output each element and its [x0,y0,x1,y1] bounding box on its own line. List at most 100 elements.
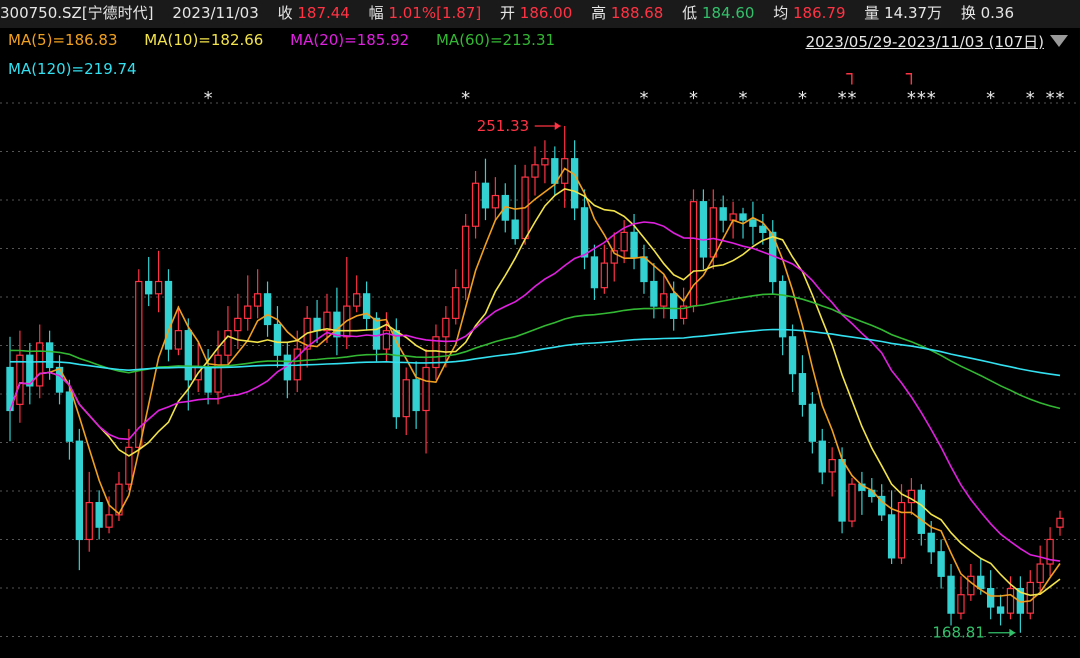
candle-body [729,213,737,221]
event-marker: * [689,88,698,109]
candle-body [828,459,836,473]
event-marker: * [917,88,926,109]
candle-body [452,287,460,319]
event-marker: * [1056,88,1065,109]
candle-body [244,305,252,319]
candle-body [353,293,361,307]
candle-body [818,440,826,473]
candle-body [719,207,727,221]
low-arrow-head [1009,628,1016,637]
candle-body [986,587,995,608]
candle-body [709,207,717,258]
candle-body [95,502,103,528]
candle-body [184,330,192,381]
candle-body [580,207,589,258]
candle-body [65,391,74,442]
candle-body [263,293,272,326]
candle-body [650,280,658,307]
candle-body [234,317,242,332]
candle-body [570,158,579,209]
candle-body [372,317,381,350]
candle-body [204,366,212,393]
candle-body [214,354,222,393]
candle-body [253,293,262,307]
candlestick-chart: * * * * * * * * * * * * * * *┐ ┐251.33168.81 [0,64,1080,642]
candle-body [887,514,896,559]
candle-body [541,158,549,166]
candle-body [224,330,232,356]
flag-marker: ┐ [846,64,858,85]
candle-body [977,575,985,590]
candle-body [670,293,678,319]
candle-body [927,532,935,553]
candle-body [154,280,163,295]
candle-body [1006,587,1015,614]
candle-body [798,373,807,405]
high-arrow-head [554,121,561,130]
candle-body [1036,563,1044,584]
candle-body [838,459,846,522]
candle-body [630,231,638,258]
event-marker: * [1026,88,1035,109]
candle-body [759,225,767,233]
candle-body [778,280,787,338]
candle-body [1026,581,1034,614]
candle-body [917,489,925,534]
candle-body [273,323,282,356]
event-marker: * [798,88,807,109]
event-marker: * [204,88,213,109]
candle-body [996,606,1005,614]
event-marker: * [927,88,936,109]
event-marker: * [986,88,995,109]
candle-body [442,317,450,338]
candle-body [461,225,470,289]
candle-body [164,280,173,350]
candle-body [531,164,539,178]
candle-body [808,403,817,442]
candle-body [620,231,628,252]
candle-body [640,256,648,283]
event-marker: * [461,88,470,109]
candle-body [313,317,321,332]
event-marker: * [847,88,856,109]
candle-body [75,440,84,541]
candle-body [392,330,400,418]
candle-body [749,219,757,227]
candle-body [16,354,24,405]
candle-body [471,182,480,227]
high-price-label: 251.33 [477,117,530,135]
candle-body [422,366,430,412]
event-marker: * [838,88,847,109]
candle-body [511,219,519,240]
candle-body [739,213,747,221]
candle-body [85,502,93,541]
flag-marker: ┐ [905,64,917,85]
candle-body [788,336,797,375]
candle-body [967,575,975,596]
candle-body [491,194,500,209]
candle-body [145,280,153,295]
candle-body [36,342,44,387]
candle-body [135,280,143,448]
event-marker: * [1046,88,1055,109]
candle-body [481,182,490,209]
candle-body [323,311,331,332]
candle-body [600,262,609,289]
candle-body [412,379,420,412]
event-marker: * [907,88,916,109]
candle-body [660,293,668,307]
low-price-label: 168.81 [932,624,985,642]
candle-body [947,575,955,614]
candle-body [590,256,599,289]
candle-body [174,330,183,350]
candle-body [689,201,698,307]
candle-body [848,483,856,522]
candle-body [45,342,54,369]
candle-body [1056,517,1064,528]
candle-body [333,311,341,338]
candle-body [699,201,708,258]
candle-body [105,514,113,528]
candle-body [402,379,410,418]
candle-body [125,446,133,485]
event-marker: * [639,88,648,109]
